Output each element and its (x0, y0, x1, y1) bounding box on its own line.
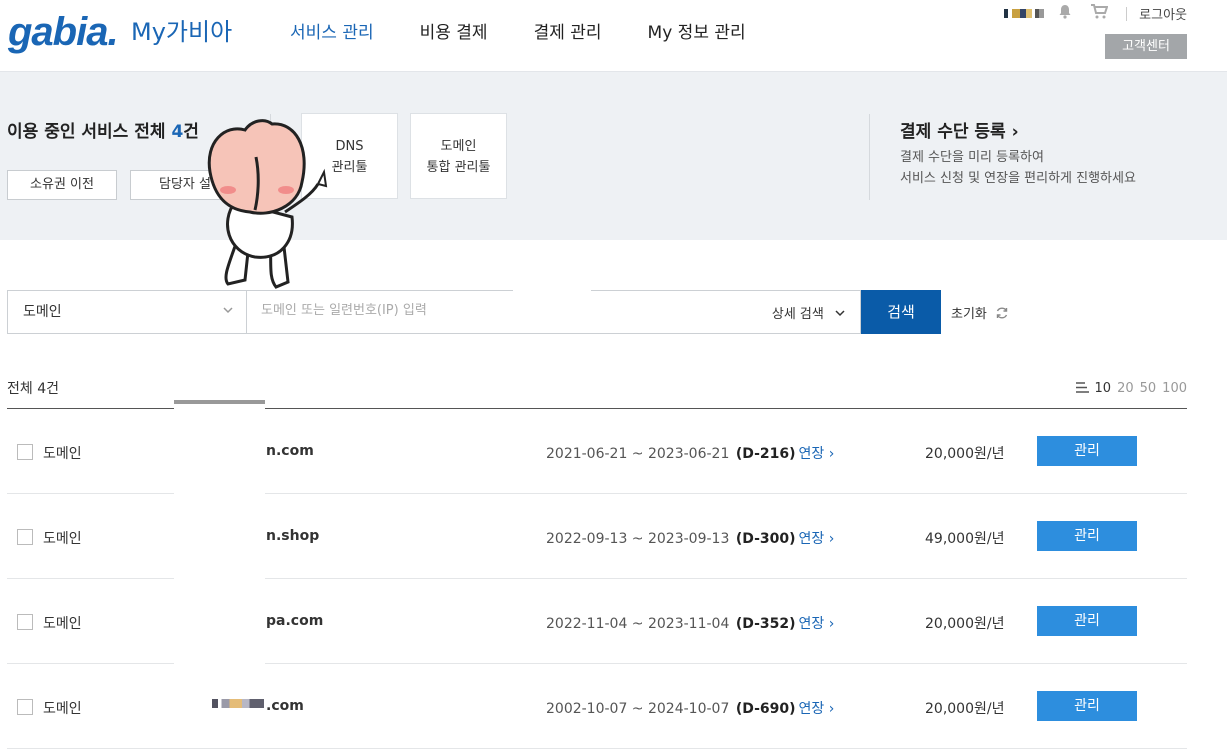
renew-link[interactable]: 연장 › (799, 616, 835, 632)
service-type: 도메인 (43, 446, 82, 462)
nav-payment-manage[interactable]: 결제 관리 (534, 18, 602, 43)
usage-period: 2021-06-21 ~ 2023-06-21 (D-216) 연장 › (546, 446, 835, 462)
refresh-icon (995, 307, 1009, 322)
service-count-title: 이용 중인 서비스 전체 4건 (7, 122, 199, 142)
page-size-10[interactable]: 10 (1095, 381, 1112, 396)
search-type-select[interactable]: 도메인 (7, 290, 247, 334)
total-count: 전체 4건 (7, 381, 59, 397)
payment-description: 결제 수단을 미리 등록하여 서비스 신청 및 연장을 편리하게 진행하세요 (900, 150, 1136, 186)
payment-register-link[interactable]: 결제 수단 등록 › (900, 117, 1019, 142)
renew-link[interactable]: 연장 › (799, 531, 835, 547)
price: 20,000원/년 (925, 616, 1005, 632)
customer-center-button[interactable]: 고객센터 (1105, 34, 1187, 59)
service-type: 도메인 (43, 701, 82, 717)
manage-button[interactable]: 관리 (1037, 691, 1137, 721)
tab-indicator (174, 400, 265, 404)
table-row: 도메인 .com 2002-10-07 ~ 2024-10-07 (D-690)… (7, 664, 1187, 749)
util-divider (1126, 6, 1128, 21)
chevron-down-icon (222, 291, 234, 333)
ownership-transfer-button[interactable]: 소유권 이전 (7, 170, 117, 200)
price: 20,000원/년 (925, 701, 1005, 717)
logout-link[interactable]: 로그아웃 (1139, 4, 1187, 23)
search-input[interactable] (261, 303, 741, 318)
usage-period: 2002-10-07 ~ 2024-10-07 (D-690) 연장 › (546, 701, 835, 717)
chevron-right-icon: › (1011, 122, 1019, 142)
row-checkbox[interactable] (17, 529, 33, 545)
list-icon (1075, 381, 1089, 396)
reset-button[interactable]: 초기화 (951, 303, 1009, 322)
manage-button[interactable]: 관리 (1037, 606, 1137, 636)
page-size-100[interactable]: 100 (1162, 381, 1187, 396)
service-type: 도메인 (43, 616, 82, 632)
search-button[interactable]: 검색 (861, 290, 941, 334)
row-checkbox[interactable] (17, 614, 33, 630)
page-size-50[interactable]: 50 (1140, 381, 1157, 396)
gabia-logo[interactable]: gabia. (8, 10, 119, 55)
peach-character-sticker (207, 119, 328, 289)
service-count: 4 (171, 122, 184, 142)
nav-service-manage[interactable]: 서비스 관리 (290, 18, 374, 43)
cart-icon[interactable] (1090, 4, 1109, 23)
manage-button[interactable]: 관리 (1037, 521, 1137, 551)
nav-billing[interactable]: 비용 결제 (420, 18, 488, 43)
row-checkbox[interactable] (17, 444, 33, 460)
price: 20,000원/년 (925, 446, 1005, 462)
nav-my-info[interactable]: My 정보 관리 (648, 18, 746, 43)
bell-icon[interactable] (1058, 4, 1072, 23)
utility-bar: 로그아웃 (1004, 4, 1187, 23)
renew-link[interactable]: 연장 › (799, 701, 835, 717)
service-type: 도메인 (43, 531, 82, 547)
user-name-obscured (1004, 9, 1045, 18)
redacted-text (212, 699, 264, 708)
overlay-gap (513, 284, 591, 292)
manage-button[interactable]: 관리 (1037, 436, 1137, 466)
page-size-selector: 10 20 50 100 (1075, 381, 1187, 396)
row-checkbox[interactable] (17, 699, 33, 715)
service-summary: 이용 중인 서비스 전체 4건 소유권 이전 담당자 설 DNS 관리툴 도메인… (0, 72, 1227, 240)
divider (869, 114, 870, 200)
usage-period: 2022-11-04 ~ 2023-11-04 (D-352) 연장 › (546, 616, 835, 632)
top-header: gabia. My가비아 서비스 관리 비용 결제 결제 관리 My 정보 관리… (0, 0, 1227, 72)
domain-name[interactable]: .com (212, 698, 304, 714)
site-title[interactable]: My가비아 (131, 12, 232, 47)
chevron-down-icon (835, 310, 845, 317)
detail-search-toggle[interactable]: 상세 검색 (772, 303, 846, 322)
overlay-strip (174, 404, 265, 664)
search-box: 상세 검색 (246, 290, 861, 334)
usage-period: 2022-09-13 ~ 2023-09-13 (D-300) 연장 › (546, 531, 835, 547)
main-nav: 서비스 관리 비용 결제 결제 관리 My 정보 관리 (290, 18, 792, 43)
renew-link[interactable]: 연장 › (799, 446, 835, 462)
domain-tool-card[interactable]: 도메인 통합 관리툴 (410, 113, 507, 199)
price: 49,000원/년 (925, 531, 1005, 547)
page-size-20[interactable]: 20 (1117, 381, 1134, 396)
